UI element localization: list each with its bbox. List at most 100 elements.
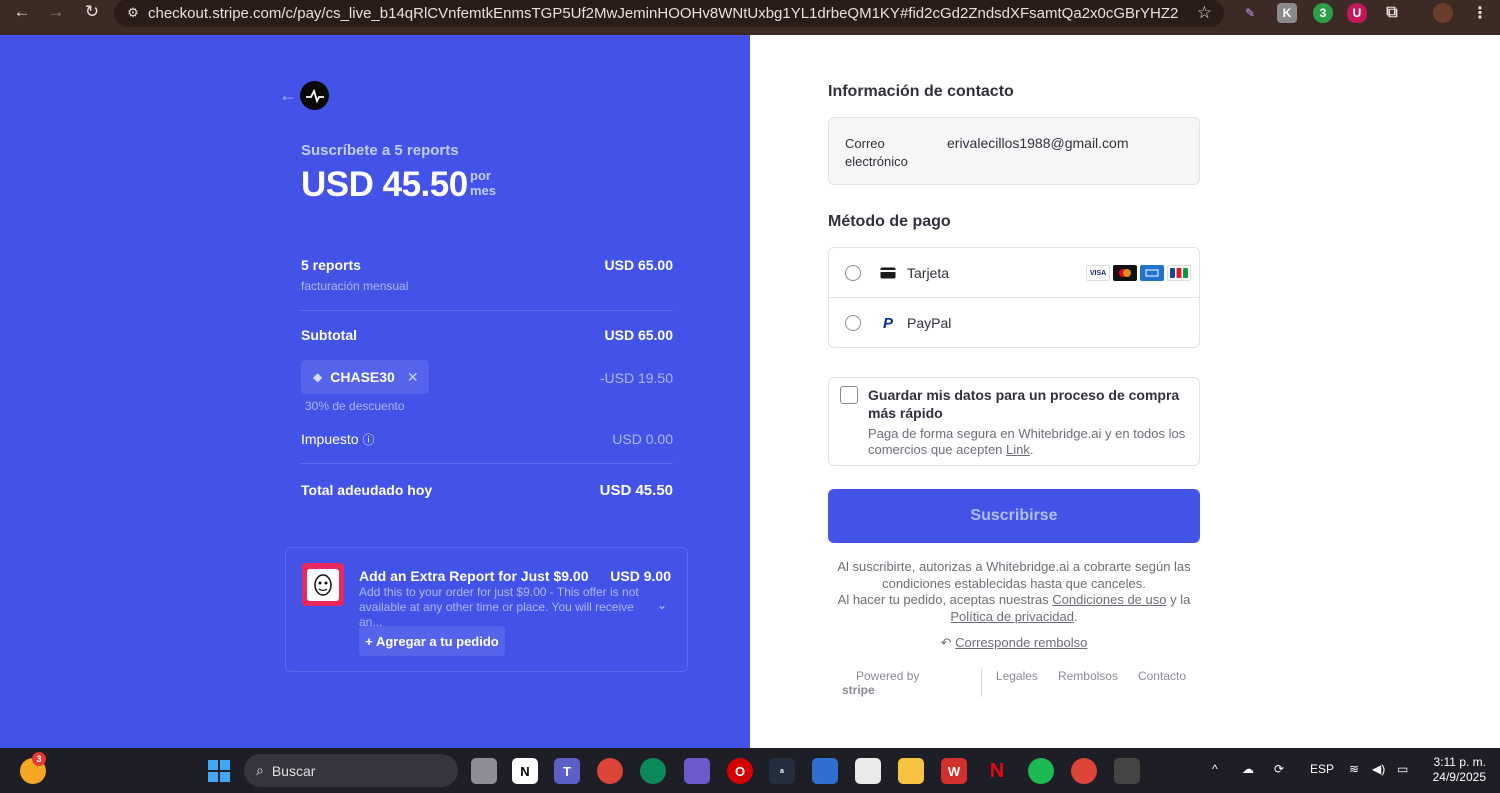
feather-extension-icon[interactable]: ✎ [1240, 3, 1260, 23]
task-view-icon[interactable] [471, 758, 497, 784]
url-text[interactable]: checkout.stripe.com/c/pay/cs_live_b14qRl… [148, 5, 1178, 22]
volume-icon[interactable]: ◀) [1372, 762, 1385, 776]
month-word: mes [470, 183, 497, 198]
app-icon[interactable] [684, 758, 710, 784]
opera-icon[interactable]: O [727, 758, 753, 784]
contact-link[interactable]: Contacto [1124, 669, 1200, 697]
paypal-label: PayPal [907, 315, 952, 331]
save-checkbox[interactable] [840, 386, 858, 404]
notion-icon[interactable]: N [512, 758, 538, 784]
item-price: USD 65.00 [604, 257, 673, 273]
wifi-icon[interactable]: ≋ [1349, 762, 1359, 776]
save-title: Guardar mis datos para un proceso de com… [868, 387, 1180, 421]
product-subtitle: Suscríbete a 5 reports [301, 142, 459, 159]
per-word: por [470, 168, 491, 183]
search-placeholder: Buscar [271, 762, 316, 779]
payment-heading: Método de pago [828, 213, 951, 230]
green-extension-icon[interactable]: 3 [1313, 3, 1333, 23]
wps-icon[interactable]: W [941, 758, 967, 784]
item-billing-text: facturación mensual [301, 279, 409, 293]
profile-avatar[interactable] [1433, 3, 1453, 23]
discount-row: -USD 19.50 [301, 370, 673, 386]
email-value[interactable]: erivalecillos1988@gmail.com [947, 135, 1129, 151]
tax-value: USD 0.00 [612, 431, 673, 447]
upsell-price: USD 9.00 [610, 568, 671, 584]
amazon-icon[interactable]: a [769, 758, 795, 784]
back-arrow-icon[interactable]: ← [279, 85, 297, 106]
sync-icon[interactable]: ⟳ [1274, 762, 1284, 776]
store-icon[interactable] [812, 758, 838, 784]
payment-methods: Tarjeta VISA P PayPal [828, 247, 1200, 348]
tray-chevron-icon[interactable]: ^ [1212, 762, 1218, 776]
battery-icon[interactable]: ▭ [1397, 762, 1408, 776]
payment-panel: Información de contacto Correo electróni… [750, 35, 1500, 748]
menu-dots-icon[interactable]: ⋮ [1470, 3, 1490, 23]
forward-icon[interactable]: → [42, 0, 70, 26]
search-icon: ⌕ [256, 762, 264, 778]
language-indicator[interactable]: ESP [1310, 762, 1334, 776]
amex-icon [1140, 265, 1164, 281]
discount-desc: 30% de descuento [305, 399, 677, 413]
jcb-icon [1167, 265, 1191, 281]
chrome-icon[interactable] [597, 758, 623, 784]
total-label: Total adeudado hoy [301, 482, 433, 498]
stripe-logo[interactable]: stripe [842, 683, 875, 697]
site-info-icon[interactable]: ⚙ [118, 5, 148, 21]
shield-extension-icon[interactable]: U [1347, 3, 1367, 23]
weather-badge: 3 [32, 752, 46, 766]
card-icon [879, 267, 897, 279]
mastercard-icon [1113, 265, 1137, 281]
netflix-icon[interactable]: N [984, 758, 1010, 784]
paypal-radio[interactable] [845, 315, 861, 331]
order-summary-panel: ← Suscríbete a 5 reports USD 45.50 por m… [0, 35, 750, 748]
weather-icon[interactable]: 3 [20, 752, 46, 784]
privacy-link[interactable]: Política de privacidad [950, 609, 1074, 624]
tax-label-wrap: Impuesto ⓘ [301, 431, 375, 448]
payment-option-card[interactable]: Tarjeta VISA [829, 248, 1199, 298]
address-bar[interactable]: ⚙ checkout.stripe.com/c/pay/cs_live_b14q… [114, 0, 1224, 27]
chrome-active-icon[interactable] [1071, 758, 1097, 784]
card-radio[interactable] [845, 264, 861, 281]
terms-link[interactable]: Condiciones de uso [1052, 592, 1166, 607]
legal-link[interactable]: Legales [982, 669, 1052, 697]
subscribe-button[interactable]: Suscribirse [828, 489, 1200, 543]
link-link[interactable]: Link [1006, 442, 1030, 457]
refund-link[interactable]: Corresponde rembolso [955, 635, 1087, 650]
powered-by-text: Powered by [856, 669, 920, 683]
snipping-tool-icon[interactable] [1114, 758, 1140, 784]
teams-icon[interactable]: T [554, 758, 580, 784]
spotify-icon[interactable] [1028, 758, 1054, 784]
powered-by: Powered by stripe [828, 669, 982, 697]
legal-part-a: Al hacer tu pedido, aceptas nuestras [837, 592, 1053, 607]
legal-text: Al suscribirte, autorizas a Whitebridge.… [828, 559, 1200, 625]
k-extension-icon[interactable]: K [1277, 3, 1297, 23]
refunds-link[interactable]: Rembolsos [1052, 669, 1124, 697]
chevron-down-icon[interactable]: ⌄ [657, 598, 667, 612]
legal-part-b: y la [1166, 592, 1191, 607]
reload-icon[interactable]: ↻ [78, 0, 106, 26]
notepad-icon[interactable] [855, 758, 881, 784]
windows-start-icon[interactable] [206, 758, 232, 784]
footer: Powered by stripe Legales Rembolsos Cont… [828, 669, 1200, 697]
save-desc-end: . [1029, 442, 1034, 457]
clock[interactable]: 3:11 p. m. 24/9/2025 [1433, 755, 1486, 785]
divider [301, 310, 673, 311]
edge-icon[interactable] [640, 758, 666, 784]
upsell-description: Add this to your order for just $9.00 - … [359, 585, 639, 629]
bookmark-star-icon[interactable]: ☆ [1197, 3, 1212, 23]
extension-badge: 3 [1319, 6, 1327, 20]
payment-option-paypal[interactable]: P PayPal [829, 298, 1199, 348]
save-info-box: Guardar mis datos para un proceso de com… [828, 377, 1200, 466]
puzzle-icon[interactable]: ⧉ [1382, 3, 1402, 23]
folder-icon[interactable] [898, 758, 924, 784]
add-to-order-button[interactable]: + Agregar a tu pedido [359, 626, 505, 656]
windows-taskbar: 3 ⌕ Buscar N T O a W N ^ ☁ ⟳ ESP ≋ ◀) ▭ … [0, 748, 1500, 793]
back-icon[interactable]: ← [8, 0, 36, 26]
taskbar-search[interactable]: ⌕ Buscar [244, 754, 458, 787]
tax-label: Impuesto [301, 431, 359, 447]
price-total: USD 45.50 [301, 165, 468, 204]
card-label: Tarjeta [907, 264, 950, 281]
item-billing: facturación mensual [301, 279, 673, 293]
cloud-icon[interactable]: ☁ [1242, 762, 1254, 776]
info-icon[interactable]: ⓘ [362, 433, 374, 447]
